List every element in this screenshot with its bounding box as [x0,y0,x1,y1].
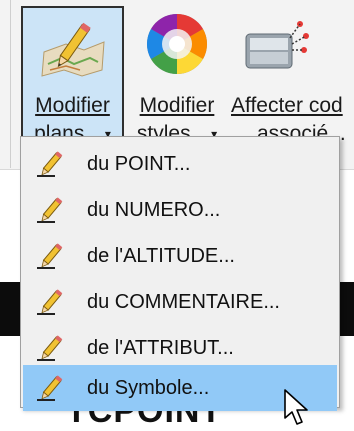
mouse-cursor-icon [284,389,308,425]
menu-item-label: du POINT... [87,153,191,175]
ribbon-separator [10,0,11,168]
pencil-icon [37,151,63,177]
menu-item-label: du NUMERO... [87,199,221,221]
menu-item-label: du Symbole... [87,377,210,399]
pencil-icon [37,197,63,223]
modifier-styles-button[interactable]: Modifier styles... ▾ [127,8,227,156]
pencil-icon [37,335,63,361]
modifier-plans-label-1: Modifier [35,94,110,117]
pencil-icon [37,243,63,269]
menu-item-commentaire[interactable]: du COMMENTAIRE... [23,279,337,325]
color-wheel-icon [146,13,208,75]
pencil-icon [37,375,63,401]
menu-item-point[interactable]: du POINT... [23,141,337,187]
menu-item-label: de l'ALTITUDE... [87,245,235,267]
code-assign-icon [245,21,309,69]
affecter-code-label-1: Affecter cod [231,94,343,117]
map-pencil-icon [40,22,105,77]
pencil-icon [37,289,63,315]
menu-item-numero[interactable]: du NUMERO... [23,187,337,233]
menu-item-altitude[interactable]: de l'ALTITUDE... [23,233,337,279]
affecter-code-button[interactable]: Affecter cod associé... [229,8,354,156]
modifier-plans-dropdown-menu: du POINT... du NUMERO... de l'ALTITUDE..… [20,136,340,411]
modifier-styles-label-1: Modifier [139,94,215,117]
modifier-plans-button[interactable]: Modifier plans... ▾ [21,6,124,156]
menu-item-label: du COMMENTAIRE... [87,291,280,313]
